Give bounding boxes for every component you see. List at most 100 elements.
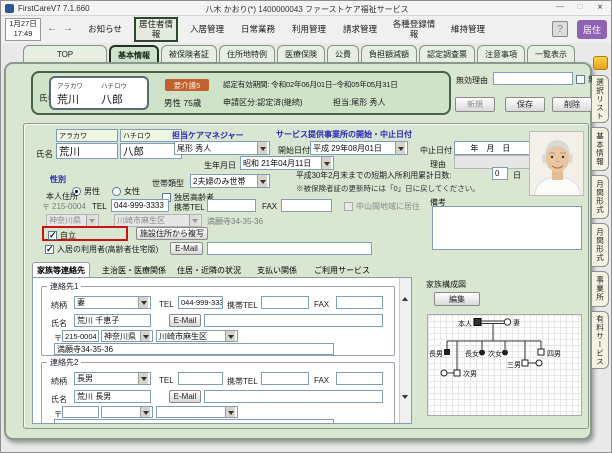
- contact-mobile-field[interactable]: [261, 372, 309, 385]
- copy-facility-address-button[interactable]: 施設住所から複写: [136, 227, 208, 240]
- contact-fax-field[interactable]: [336, 296, 383, 309]
- birth-date-select[interactable]: 昭和 21年04月11日: [240, 156, 334, 170]
- right-tab-monthly-1[interactable]: 月間形式: [592, 175, 609, 219]
- contact-tel-field[interactable]: 044-999-3333: [178, 296, 223, 309]
- household-select[interactable]: 2夫婦のみ世帯: [190, 174, 270, 188]
- invalid-reason-input[interactable]: [493, 72, 573, 85]
- contact-mobile-field[interactable]: [261, 296, 309, 309]
- mobile-field[interactable]: [207, 199, 256, 212]
- help-button[interactable]: ?: [552, 21, 568, 37]
- nav-item-resident-info[interactable]: 居住者情報: [134, 17, 178, 43]
- tab-ichiran[interactable]: 一覧表示: [527, 45, 575, 62]
- chevron-down-icon[interactable]: [225, 407, 235, 417]
- contact-postal-field[interactable]: 215-0004: [62, 330, 99, 342]
- independent-checkbox[interactable]: 自立: [48, 230, 76, 241]
- family-tree-svg: 本人 妻 長男: [428, 315, 581, 415]
- nav-item-seikyu[interactable]: 請求管理: [338, 25, 382, 35]
- right-tab-basic-info[interactable]: 基本情報: [592, 127, 609, 171]
- contact-city-select[interactable]: 川崎市麻生区: [156, 330, 238, 342]
- chevron-down-icon[interactable]: [395, 142, 405, 154]
- mode-badge[interactable]: 居住: [577, 20, 607, 39]
- tab-iryohoken[interactable]: 医療保険: [277, 45, 325, 62]
- relation-select[interactable]: 妻: [74, 296, 151, 309]
- fc-shortcut-icon[interactable]: [593, 56, 608, 70]
- nav-item-nyukyo[interactable]: 入居管理: [185, 25, 229, 35]
- tab-nintei-chosa[interactable]: 認定調査票: [419, 45, 475, 62]
- tab-top[interactable]: TOP: [23, 45, 107, 62]
- new-button[interactable]: 新規: [455, 97, 495, 112]
- scroll-down-icon[interactable]: [402, 399, 408, 417]
- chevron-down-icon[interactable]: [140, 331, 150, 341]
- first-name-field[interactable]: 八郎: [120, 143, 182, 159]
- maximize-button[interactable]: □: [571, 2, 589, 11]
- nav-item-oshirase[interactable]: お知らせ: [83, 25, 127, 35]
- minimize-button[interactable]: —: [551, 2, 569, 11]
- contact-tel-field[interactable]: [178, 372, 223, 385]
- main-card: 氏名 アラカワ ハチロウ 荒川 八郎 要介護5 男性 75歳 認定有効期間: 令…: [4, 62, 592, 440]
- back-arrow-icon[interactable]: ←: [47, 23, 57, 34]
- save-button[interactable]: 保存: [505, 97, 545, 112]
- tab-jushochi[interactable]: 住所地特例: [219, 45, 275, 62]
- fax-field[interactable]: [281, 199, 332, 212]
- email-button[interactable]: E-Mail: [169, 314, 201, 327]
- contact-email-field[interactable]: [204, 314, 383, 327]
- tab-kohi[interactable]: 公費: [327, 45, 359, 62]
- chevron-down-icon[interactable]: [257, 142, 267, 154]
- family-edit-button[interactable]: 編集: [434, 292, 480, 306]
- start-date-select[interactable]: 平成 29年08月01日: [310, 141, 408, 155]
- contact-pref-select[interactable]: 神奈川県: [101, 330, 153, 342]
- close-button[interactable]: ×: [591, 2, 609, 13]
- contact-email-field[interactable]: [204, 390, 383, 403]
- nav-item-iji[interactable]: 維持管理: [446, 25, 490, 35]
- care-manager-select[interactable]: 尾形 秀人: [174, 141, 270, 155]
- gender-female-radio[interactable]: 女性: [112, 186, 140, 197]
- relation-select[interactable]: 長男: [74, 372, 151, 385]
- chevron-down-icon[interactable]: [257, 175, 267, 187]
- contact-city-select[interactable]: [156, 406, 238, 418]
- subtab-housing[interactable]: 住居・近隣の状況: [177, 265, 241, 276]
- contact-pref-select[interactable]: [101, 406, 153, 418]
- last-name-field[interactable]: 荒川: [56, 143, 118, 159]
- tab-kihon-joho[interactable]: 基本情報: [109, 45, 159, 62]
- contact-name-field[interactable]: 荒川 長男: [74, 390, 151, 403]
- tel-field[interactable]: 044-999-3333: [111, 199, 169, 212]
- shortstay-days-input[interactable]: 0: [492, 167, 508, 180]
- chevron-down-icon[interactable]: [225, 331, 235, 341]
- chevron-down-icon[interactable]: [138, 297, 148, 308]
- right-tab-paid-services[interactable]: 有料サービス: [592, 311, 609, 369]
- contact-postal-field[interactable]: [62, 406, 99, 418]
- tab-futangaku[interactable]: 負担額減額: [361, 45, 417, 62]
- kana-last-field[interactable]: アラカワ: [56, 129, 118, 142]
- contact-street-field[interactable]: 満願寺34-35-36: [54, 343, 334, 355]
- subtab-doctor[interactable]: 主治医・医療関係: [102, 265, 166, 276]
- contact-fax-field[interactable]: [336, 372, 383, 385]
- subtab-family-contacts[interactable]: 家族等連絡先: [32, 262, 90, 277]
- contacts-scrollbar[interactable]: [399, 278, 411, 423]
- nav-item-touroku[interactable]: 各種登録情報: [389, 20, 439, 40]
- fax-label: FAX: [314, 300, 329, 309]
- nav-item-nichijo[interactable]: 日常業務: [236, 25, 280, 35]
- chevron-down-icon[interactable]: [138, 373, 148, 384]
- contact-name-field[interactable]: 荒川 千恵子: [74, 314, 151, 327]
- email-button[interactable]: E-Mail: [169, 390, 201, 403]
- resident-user-checkbox[interactable]: 入居の利用者(高齢者住宅版): [45, 244, 158, 255]
- contact-street-field[interactable]: [54, 419, 334, 424]
- forward-arrow-icon[interactable]: →: [63, 23, 73, 34]
- email-field[interactable]: [207, 242, 372, 255]
- svg-text:本人: 本人: [458, 319, 472, 328]
- right-tab-select-list[interactable]: 選択リスト: [592, 75, 609, 123]
- subtab-services[interactable]: ご利用サービス: [314, 265, 370, 276]
- right-tab-office[interactable]: 事業所: [592, 271, 609, 307]
- contact-group-2: 連絡先2 続柄 長男 TEL 携帯TEL FAX 氏名 荒川 長男 E-Mail…: [41, 362, 395, 424]
- delete-button[interactable]: 削除: [552, 97, 592, 112]
- tab-hihokensha[interactable]: 被保険者証: [161, 45, 217, 62]
- nav-item-riyou[interactable]: 利用管理: [287, 25, 331, 35]
- chevron-down-icon[interactable]: [321, 157, 331, 169]
- remarks-textarea[interactable]: [432, 206, 582, 250]
- email-button[interactable]: E-Mail: [170, 242, 203, 255]
- scroll-up-icon[interactable]: [402, 280, 408, 298]
- right-tab-monthly-2[interactable]: 月間形式: [592, 223, 609, 267]
- chevron-down-icon[interactable]: [140, 407, 150, 417]
- tab-chui-jiko[interactable]: 注意事項: [477, 45, 525, 62]
- subtab-payment[interactable]: 支払い関係: [257, 265, 297, 276]
